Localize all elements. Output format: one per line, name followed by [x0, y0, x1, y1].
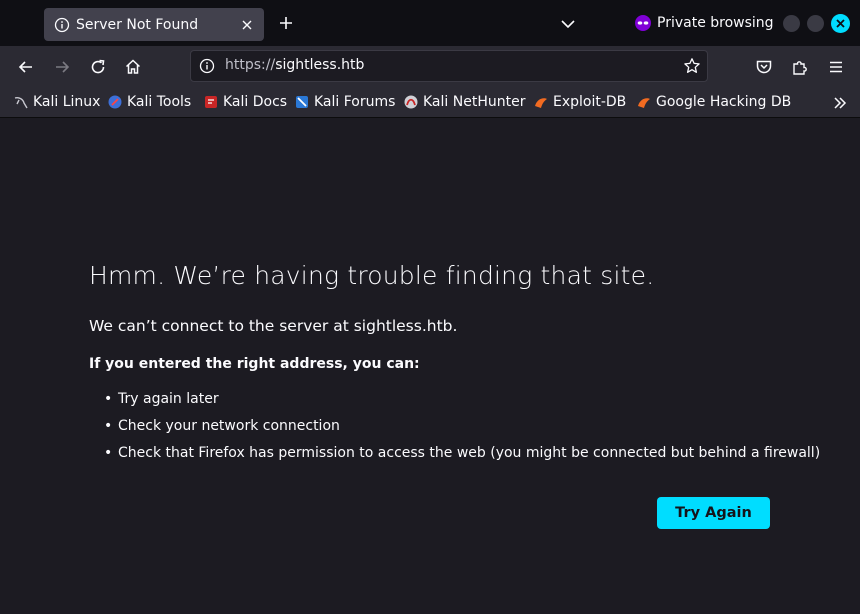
url-host: sightless.htb	[275, 57, 365, 73]
url-scheme: https://	[225, 57, 276, 73]
bookmarks-toolbar: Kali Linux Kali Tools Kali Docs Kali For…	[0, 88, 860, 118]
bookmark-label: Exploit-DB	[553, 94, 627, 110]
list-item: Try again later	[104, 387, 820, 414]
bookmark-label: Kali Docs	[223, 94, 288, 110]
close-tab-icon[interactable]	[240, 18, 254, 32]
tab-title: Server Not Found	[76, 16, 199, 33]
kali-nethunter-icon	[404, 95, 418, 109]
kali-forums-icon	[296, 96, 308, 108]
url-text: https://sightless.htb	[225, 57, 364, 73]
close-icon	[836, 19, 845, 28]
reload-icon[interactable]	[89, 58, 107, 76]
minimize-button[interactable]	[783, 15, 800, 32]
bookmark-kali-forums[interactable]: Kali Forums	[295, 94, 395, 110]
bookmark-label: Kali NetHunter	[423, 94, 526, 110]
error-hint: If you entered the right address, you ca…	[89, 356, 420, 372]
info-icon	[54, 17, 70, 32]
bookmark-label: Kali Linux	[33, 94, 101, 110]
tab-server-not-found[interactable]: Server Not Found	[44, 8, 264, 41]
back-arrow-icon[interactable]	[17, 58, 35, 76]
bookmark-label: Kali Forums	[314, 94, 396, 110]
bookmark-kali-docs[interactable]: Kali Docs	[204, 94, 287, 110]
exploit-db-icon	[535, 98, 547, 108]
url-bar[interactable]: https://sightless.htb	[190, 50, 708, 82]
bookmark-label: Kali Tools	[127, 94, 192, 110]
bookmark-star-icon[interactable]	[683, 57, 701, 75]
home-icon[interactable]	[124, 58, 142, 76]
try-again-button[interactable]: Try Again	[657, 497, 770, 529]
close-window-button[interactable]	[831, 14, 850, 33]
new-tab-icon[interactable]	[277, 14, 295, 32]
kali-docs-icon	[205, 96, 217, 108]
forward-arrow-icon[interactable]	[53, 58, 71, 76]
kali-tools-icon	[108, 95, 122, 109]
private-browsing-indicator: Private browsing	[634, 14, 774, 32]
maximize-button[interactable]	[807, 15, 824, 32]
suggestion-list: Try again later Check your network conne…	[104, 387, 820, 468]
private-browsing-label: Private browsing	[657, 15, 774, 31]
list-item: Check that Firefox has permission to acc…	[104, 441, 820, 468]
bookmark-kali-nethunter[interactable]: Kali NetHunter	[404, 94, 525, 110]
navigation-toolbar: https://sightless.htb	[0, 46, 860, 88]
site-info-icon[interactable]	[199, 58, 215, 74]
error-page: Hmm. We’re having trouble finding that s…	[0, 119, 860, 614]
bookmark-kali-linux[interactable]: Kali Linux	[14, 94, 100, 110]
kali-dragon-icon	[14, 97, 28, 109]
pocket-icon[interactable]	[755, 58, 773, 76]
bookmark-exploit-db[interactable]: Exploit-DB	[534, 94, 626, 110]
ghdb-icon	[638, 98, 650, 108]
menu-hamburger-icon[interactable]	[827, 58, 845, 76]
error-title: Hmm. We’re having trouble finding that s…	[89, 261, 655, 290]
error-description: We can’t connect to the server at sightl…	[89, 317, 458, 335]
tab-strip: Server Not Found Private browsing	[0, 0, 860, 46]
chevron-double-right-icon[interactable]	[832, 95, 848, 111]
private-mask-icon	[635, 15, 651, 31]
list-item: Check your network connection	[104, 414, 820, 441]
bookmark-label: Google Hacking DB	[656, 94, 792, 110]
bookmark-google-hacking-db[interactable]: Google Hacking DB	[637, 94, 791, 110]
chevron-down-icon[interactable]	[560, 16, 576, 32]
extensions-icon[interactable]	[791, 58, 809, 76]
bookmark-kali-tools[interactable]: Kali Tools	[108, 94, 191, 110]
